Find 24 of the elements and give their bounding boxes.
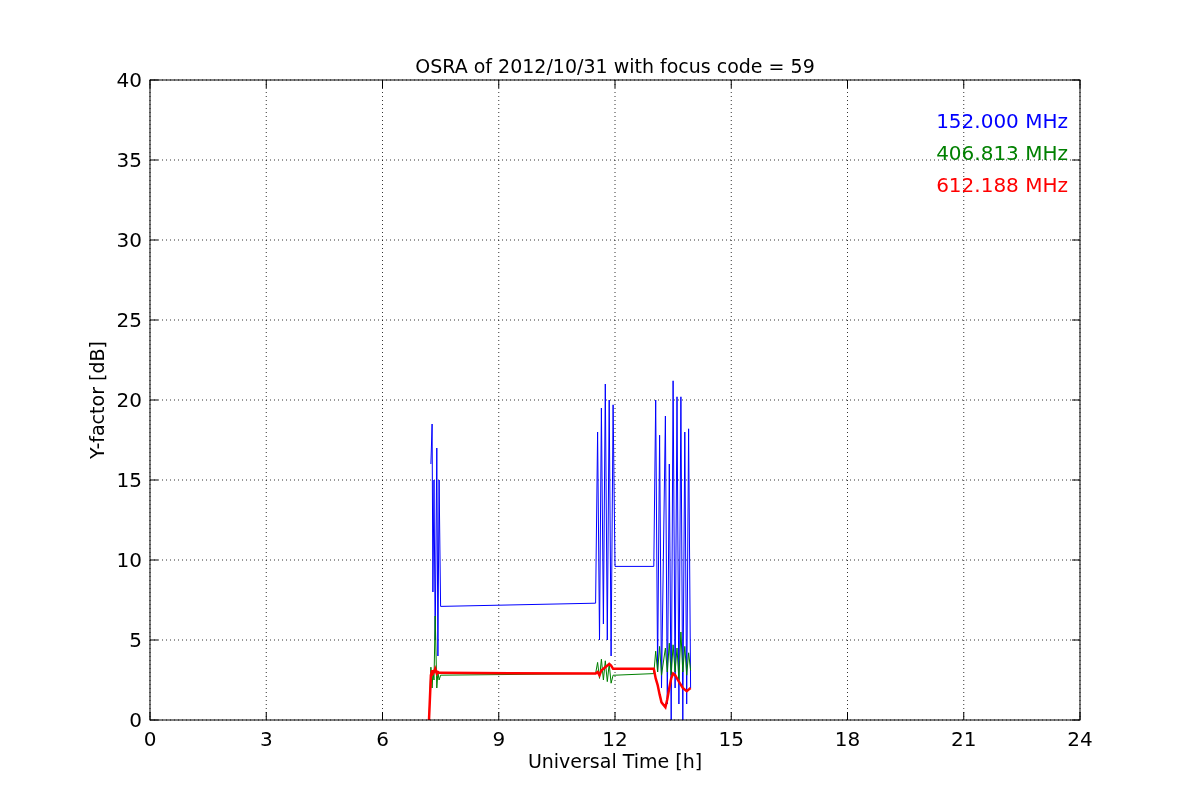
y-tick-label: 30 bbox=[116, 228, 142, 252]
legend-label: 406.813 MHz bbox=[936, 141, 1068, 165]
y-tick-label: 35 bbox=[116, 148, 142, 172]
x-tick-label: 0 bbox=[143, 727, 157, 751]
y-tick-label: 20 bbox=[116, 388, 142, 412]
x-tick-label: 12 bbox=[602, 727, 628, 751]
x-tick-label: 18 bbox=[834, 727, 861, 751]
y-tick-label: 0 bbox=[129, 708, 142, 732]
y-tick-label: 40 bbox=[116, 68, 142, 92]
y-axis-label: Y-factor [dB] bbox=[86, 341, 108, 459]
x-tick-label: 15 bbox=[718, 727, 744, 751]
legend-label: 152.000 MHz bbox=[936, 109, 1068, 133]
legend-label: 612.188 MHz bbox=[936, 173, 1068, 197]
x-tick-label: 24 bbox=[1067, 727, 1093, 751]
x-axis-label: Universal Time [h] bbox=[527, 750, 703, 772]
x-tick-label: 3 bbox=[259, 727, 273, 751]
y-tick-label: 5 bbox=[129, 628, 142, 652]
x-tick-label: 9 bbox=[492, 727, 506, 751]
x-tick-label: 6 bbox=[376, 727, 389, 751]
y-tick-label: 15 bbox=[116, 468, 142, 492]
y-tick-label: 25 bbox=[116, 308, 142, 332]
y-tick-label: 10 bbox=[116, 548, 142, 572]
chart-title: OSRA of 2012/10/31 with focus code = 59 bbox=[415, 55, 815, 77]
x-tick-label: 21 bbox=[951, 727, 977, 751]
